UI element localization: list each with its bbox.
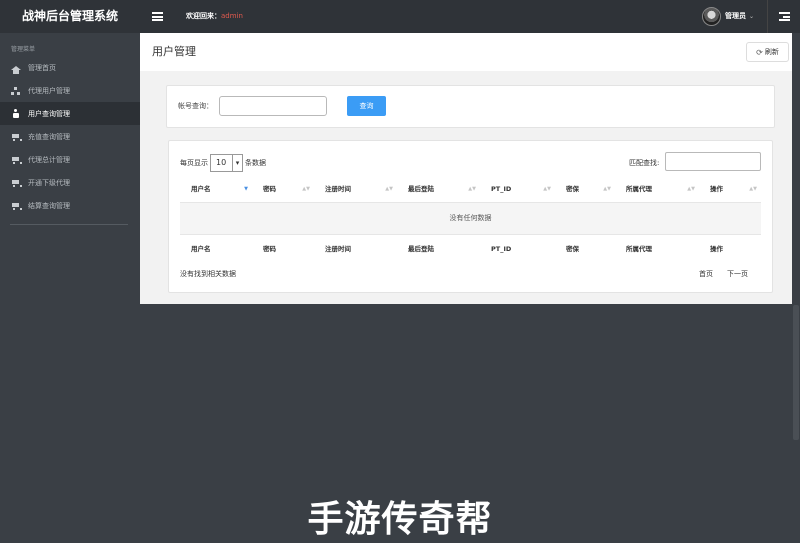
table-header-row: 用户名 ▼ 密码 ▲▼ 注册时间 ▲▼ 最后登陆 ▲▼ PT_ID ▲▼ 密保 ▲▼ 所属代… bbox=[180, 175, 761, 203]
sort-icon: ▲▼ bbox=[385, 186, 393, 192]
page-length-prefix: 每页显示 bbox=[180, 159, 208, 167]
sitemap-icon bbox=[11, 86, 20, 95]
account-search-label: 帐号查询： bbox=[178, 102, 213, 110]
first-page-link[interactable]: 首页 bbox=[699, 269, 713, 279]
refresh-icon: ⟳ bbox=[756, 47, 763, 57]
sidebar-item-recharge-query[interactable]: 充值查询管理 bbox=[0, 125, 140, 148]
column-footer: 密保 bbox=[566, 245, 579, 253]
next-page-link[interactable]: 下一页 bbox=[727, 269, 748, 279]
sidebar-item-agent-totals[interactable]: 代理总计管理 bbox=[0, 148, 140, 171]
sidebar-item-label: 结算查询管理 bbox=[28, 201, 70, 210]
avatar[interactable] bbox=[702, 7, 721, 26]
column-header[interactable]: 密码 ▲▼ bbox=[252, 175, 314, 203]
sidebar-item-label: 充值查询管理 bbox=[28, 132, 70, 141]
sidebar-item-label: 代理总计管理 bbox=[28, 155, 70, 164]
home-icon bbox=[10, 63, 21, 74]
sidebar-item-label: 代理用户管理 bbox=[28, 86, 70, 95]
column-footer: 最后登陆 bbox=[408, 245, 434, 253]
sidebar: 管理菜单 管理首页 代理用户管理 用户查询管理 充值查询管理 代理总计管理 开通… bbox=[0, 33, 140, 543]
sort-icon: ▲▼ bbox=[302, 186, 310, 192]
column-header[interactable]: PT_ID ▲▼ bbox=[480, 175, 555, 203]
table-info: 没有找到相关数据 bbox=[180, 270, 236, 278]
sort-icon: ▲▼ bbox=[603, 186, 611, 192]
page-length-value: 10 bbox=[216, 158, 227, 167]
filter-label: 匹配查找: bbox=[629, 159, 660, 167]
data-table-panel: 每页显示 10 ▾ 条数据 匹配查找: 用户名 ▼ 密码 ▲▼ 注册时间 ▲▼ 最后登… bbox=[168, 140, 773, 293]
table-footer-row: 用户名 密码 注册时间 最后登陆 PT_ID 密保 所属代理 操作 bbox=[180, 234, 761, 262]
sort-icon: ▲▼ bbox=[543, 186, 551, 192]
hamburger-icon bbox=[151, 12, 163, 21]
sort-desc-icon: ▼ bbox=[244, 186, 248, 192]
filter-input[interactable] bbox=[665, 152, 761, 171]
sort-icon: ▲▼ bbox=[749, 186, 757, 192]
page-title: 用户管理 bbox=[152, 45, 196, 58]
page-header: 用户管理 ⟳ 刷新 bbox=[140, 33, 792, 71]
page-length-select[interactable]: 10 ▾ bbox=[210, 154, 243, 172]
top-bar: 战神后台管理系统 欢迎回来：admin 管理员 ⌄ bbox=[0, 0, 800, 33]
column-header[interactable]: 操作 ▲▼ bbox=[699, 175, 761, 203]
sidebar-item-open-sub-agent[interactable]: 开通下级代理 bbox=[0, 171, 140, 194]
page-length-control: 每页显示 10 ▾ 条数据 bbox=[180, 154, 266, 172]
welcome-username: admin bbox=[221, 12, 243, 20]
sidebar-item-home[interactable]: 管理首页 bbox=[0, 56, 140, 79]
right-panel-toggle-button[interactable] bbox=[767, 0, 800, 33]
user-icon bbox=[11, 109, 20, 118]
admin-dropdown[interactable]: 管理员 ⌄ bbox=[725, 0, 754, 33]
sidebar-heading: 管理菜单 bbox=[11, 46, 36, 53]
table-empty-row: 没有任何数据 bbox=[180, 203, 761, 234]
indent-icon bbox=[778, 12, 790, 21]
column-header[interactable]: 用户名 ▼ bbox=[180, 175, 252, 203]
sidebar-item-settlement-query[interactable]: 结算查询管理 bbox=[0, 194, 140, 217]
menu-toggle-button[interactable] bbox=[140, 0, 174, 33]
watermark-text: 手游传奇帮 bbox=[307, 499, 493, 540]
account-search-input[interactable] bbox=[219, 96, 327, 116]
sort-icon: ▲▼ bbox=[687, 186, 695, 192]
sort-icon: ▲▼ bbox=[468, 186, 476, 192]
column-header[interactable]: 注册时间 ▲▼ bbox=[314, 175, 397, 203]
app-title: 战神后台管理系统 bbox=[21, 9, 118, 23]
column-footer: 用户名 bbox=[191, 245, 211, 253]
main-panel: 用户管理 ⟳ 刷新 帐号查询： 查询 每页显示 10 ▾ 条数据 匹配查找: 用户… bbox=[140, 33, 792, 304]
sidebar-item-agent-users[interactable]: 代理用户管理 bbox=[0, 79, 140, 102]
page-length-suffix: 条数据 bbox=[245, 159, 266, 167]
column-footer: 所属代理 bbox=[626, 245, 652, 253]
page-scrollbar[interactable] bbox=[792, 33, 800, 543]
column-footer: 操作 bbox=[710, 245, 723, 253]
sidebar-item-label: 开通下级代理 bbox=[28, 178, 70, 187]
search-panel: 帐号查询： 查询 bbox=[166, 85, 775, 128]
sidebar-item-user-query[interactable]: 用户查询管理 bbox=[0, 102, 140, 125]
chevron-down-icon: ⌄ bbox=[749, 13, 755, 20]
chevron-down-icon: ▾ bbox=[232, 155, 242, 171]
cart-icon bbox=[11, 201, 22, 210]
sidebar-divider bbox=[10, 224, 128, 225]
column-header[interactable]: 所属代理 ▲▼ bbox=[615, 175, 699, 203]
scrollbar-thumb[interactable] bbox=[793, 305, 799, 440]
column-header[interactable]: 密保 ▲▼ bbox=[555, 175, 615, 203]
refresh-button[interactable]: ⟳ 刷新 bbox=[746, 42, 789, 62]
cart-icon bbox=[11, 178, 22, 187]
admin-label: 管理员 bbox=[725, 12, 746, 20]
column-footer: 注册时间 bbox=[325, 245, 351, 253]
cart-icon bbox=[11, 132, 22, 141]
welcome-text: 欢迎回来：admin bbox=[186, 0, 243, 33]
column-header[interactable]: 最后登陆 ▲▼ bbox=[397, 175, 480, 203]
welcome-label: 欢迎回来： bbox=[186, 12, 221, 20]
sidebar-item-label: 管理首页 bbox=[28, 63, 56, 72]
refresh-label: 刷新 bbox=[764, 48, 779, 56]
cart-icon bbox=[11, 155, 22, 164]
search-button[interactable]: 查询 bbox=[347, 96, 386, 116]
column-footer: PT_ID bbox=[491, 245, 512, 253]
pagination: 首页 下一页 bbox=[699, 269, 748, 279]
sidebar-item-label: 用户查询管理 bbox=[28, 109, 70, 118]
column-footer: 密码 bbox=[263, 245, 276, 253]
